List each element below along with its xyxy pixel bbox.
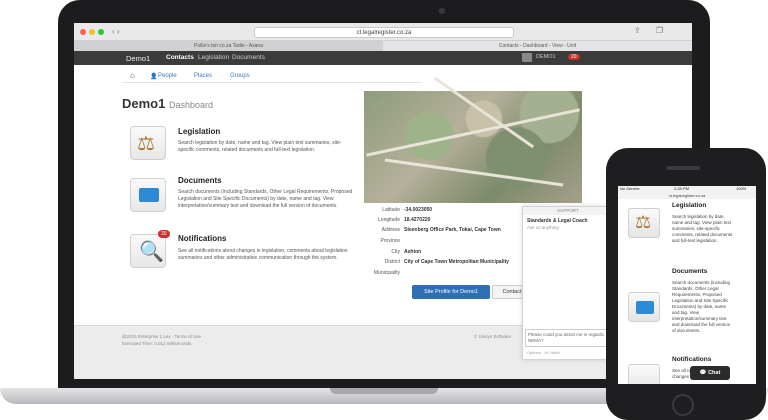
- address-label: Address: [381, 227, 400, 233]
- longitude-value: 18.4270220: [404, 217, 431, 223]
- home-icon[interactable]: ⌂: [130, 71, 135, 80]
- clock: 2:28 PM: [674, 186, 689, 191]
- documents-text: Search documents (including Standards, O…: [178, 189, 353, 209]
- phone-notifications-heading[interactable]: Notifications: [672, 356, 711, 363]
- tabs-icon[interactable]: ❐: [656, 26, 663, 35]
- chat-agent: Standards & Legal Coach: [527, 218, 588, 224]
- legislation-heading[interactable]: Legislation: [178, 127, 220, 136]
- address-bar[interactable]: ct.legalregister.co.za: [254, 27, 514, 38]
- notifications-badge: 20: [158, 230, 170, 238]
- legislation-tile[interactable]: ⚖: [130, 126, 166, 160]
- folder-icon: [636, 301, 654, 314]
- chat-bubble-icon: 💬: [699, 370, 707, 376]
- documents-tile[interactable]: [130, 178, 166, 212]
- sub-navbar: ⌂ 👤 People Places Groups: [122, 70, 422, 83]
- tab-bar: Pollie's ton co.za Tadie - Asana Contact…: [74, 41, 692, 51]
- city-label: City: [391, 249, 400, 255]
- footer-line1: @2015 Enterprise 1 Lex · Terms of Use: [122, 334, 202, 339]
- chat-header: SUPPORT: [523, 207, 613, 215]
- phone-notifications-tile[interactable]: [628, 364, 660, 384]
- chat-status: Ask us anything: [527, 225, 559, 230]
- municipality-label: Municipality: [373, 270, 400, 276]
- map-road: [366, 108, 580, 157]
- phone-documents-heading[interactable]: Documents: [672, 268, 707, 275]
- user-menu[interactable]: DEMO1: [536, 54, 556, 60]
- site-map[interactable]: [364, 76, 582, 203]
- notifications-text: See all notifications about changes in l…: [178, 248, 348, 261]
- share-icon[interactable]: ⇪: [634, 26, 641, 35]
- phone-legislation-tile[interactable]: ⚖: [628, 208, 660, 238]
- laptop-screen: ‹ › ct.legalregister.co.za ⇪ ❐ Pollie's …: [74, 23, 692, 379]
- battery: 100%: [736, 186, 747, 191]
- documents-heading[interactable]: Documents: [178, 176, 222, 185]
- phone-url-bar[interactable]: ct.legalregister.co.za: [618, 192, 756, 199]
- folder-icon: [139, 188, 159, 202]
- nav-contacts[interactable]: Contacts: [166, 54, 194, 61]
- phone-chat-label: Chat: [708, 370, 721, 376]
- phone-documents-tile[interactable]: [628, 292, 660, 322]
- page-title-main: Demo1: [122, 96, 166, 111]
- tab-inactive[interactable]: Pollie's ton co.za Tadie - Asana: [74, 41, 383, 51]
- notifications-tile[interactable]: 🔍: [130, 234, 166, 268]
- city-value: Ashton: [404, 249, 422, 255]
- phone-legislation-text: Search legislation by date, name and tag…: [672, 214, 733, 243]
- magnifier-icon: 🔍: [139, 241, 164, 263]
- longitude-label: Longitude: [378, 217, 400, 223]
- close-dot[interactable]: [80, 29, 86, 35]
- phone-legislation-heading[interactable]: Legislation: [672, 202, 706, 209]
- people-icon: 👤: [150, 74, 158, 80]
- nav-legislation[interactable]: Legislation: [198, 54, 229, 61]
- laptop-notch: [330, 388, 438, 394]
- phone-home-button[interactable]: [672, 394, 694, 416]
- nav-documents[interactable]: Documents: [232, 54, 265, 61]
- subnav-places[interactable]: Places: [194, 73, 212, 79]
- district-label: District: [384, 259, 400, 265]
- avatar[interactable]: [522, 53, 532, 62]
- subnav-groups[interactable]: Groups: [230, 73, 250, 79]
- app-navbar: Demo1 Contacts Legislation Documents DEM…: [74, 51, 692, 65]
- province-label: Province: [380, 238, 400, 244]
- brand[interactable]: Demo1: [126, 54, 150, 63]
- notification-badge[interactable]: 20: [568, 54, 580, 60]
- camera: [439, 8, 445, 14]
- page-subtitle: Dashboard: [168, 100, 214, 110]
- footer-line2: Executed Time: 0.012 milliseconds: [122, 341, 192, 346]
- footer-right: © Unisys Software: [474, 334, 512, 339]
- site-profile-button[interactable]: Site Profile for Demo1: [412, 285, 490, 299]
- phone-chat-button[interactable]: 💬 Chat: [690, 366, 730, 380]
- maximize-dot[interactable]: [98, 29, 104, 35]
- back-forward-icon[interactable]: ‹ ›: [112, 27, 120, 36]
- chat-widget: SUPPORT Standards & Legal Coach Ask us a…: [522, 206, 614, 360]
- address-value: Steenberg Office Park, Tokai, Cape Town: [404, 227, 501, 233]
- phone-documents-text: Search documents (including Standards, O…: [672, 280, 731, 333]
- latitude-value: -34.0023050: [404, 207, 433, 213]
- legislation-text: Search legislation by date, name and tag…: [178, 140, 342, 153]
- map-road: [384, 158, 564, 187]
- scales-icon: ⚖: [635, 212, 652, 232]
- phone-screen: No Service 2:28 PM 100% ct.legalregister…: [618, 186, 756, 384]
- district-value: City of Cape Town Metropolitan Municipal…: [404, 259, 509, 265]
- scales-icon: ⚖: [137, 133, 155, 155]
- page-title: Demo1 Dashboard: [122, 96, 213, 111]
- phone-speaker: [666, 166, 700, 170]
- browser-toolbar: ‹ › ct.legalregister.co.za ⇪ ❐: [74, 23, 692, 41]
- notifications-heading[interactable]: Notifications: [178, 234, 226, 243]
- chat-footer-links[interactable]: Options · Hi, Heidi: [527, 350, 559, 355]
- carrier: No Service: [620, 186, 640, 191]
- latitude-label: Latitude: [382, 207, 400, 213]
- subnav-people[interactable]: People: [158, 73, 177, 79]
- tab-active[interactable]: Contacts - Dashboard - View - Unit: [383, 41, 692, 51]
- chat-input[interactable]: Please could you assist me in regards NE…: [525, 329, 611, 347]
- minimize-dot[interactable]: [89, 29, 95, 35]
- site-info-table: Latitude -34.0023050 Longitude 18.427022…: [364, 207, 524, 285]
